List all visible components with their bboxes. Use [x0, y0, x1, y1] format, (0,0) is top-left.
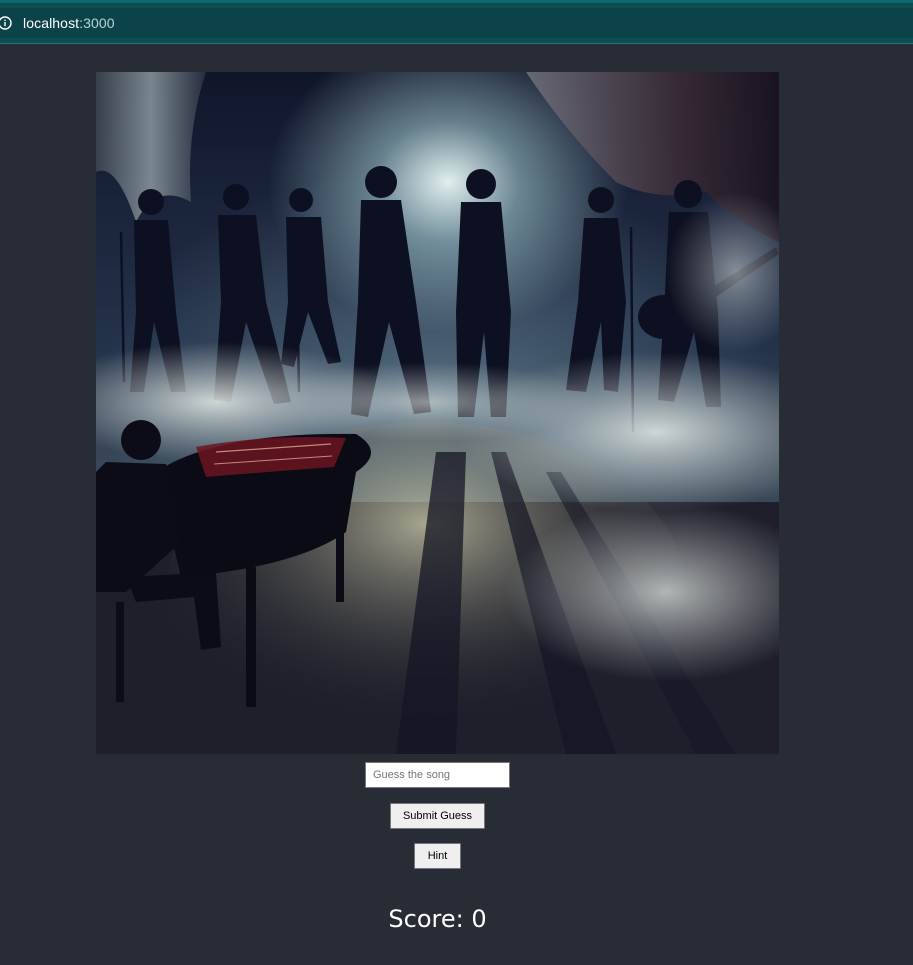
band-scene-image: [96, 72, 779, 754]
hint-button[interactable]: Hint: [414, 843, 461, 869]
score-display: Score: 0: [388, 905, 487, 933]
guess-input[interactable]: [365, 762, 510, 788]
address-field[interactable]: localhost:3000: [0, 8, 913, 38]
url-text[interactable]: localhost:3000: [23, 15, 115, 31]
submit-guess-button[interactable]: Submit Guess: [390, 803, 485, 829]
info-icon[interactable]: [0, 16, 12, 30]
browser-address-bar: localhost:3000: [0, 0, 913, 44]
url-host: localhost: [23, 15, 80, 31]
url-port: :3000: [79, 15, 115, 31]
scene-illustration: [96, 72, 779, 754]
